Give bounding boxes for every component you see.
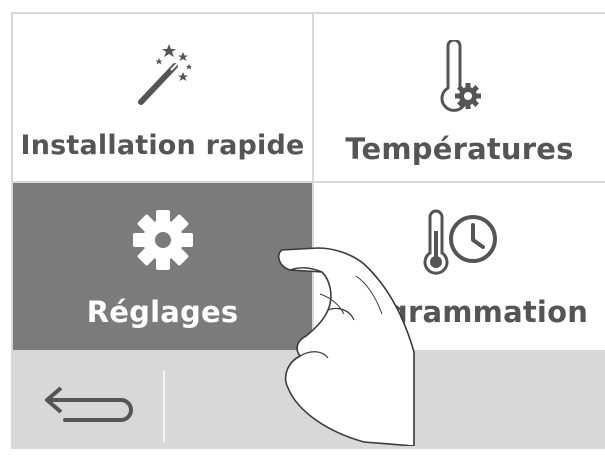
device-panel: Installation rapide Températures Réglage… (11, 12, 605, 449)
tile-temperatures[interactable]: Températures (314, 14, 605, 181)
bottom-bar (13, 350, 605, 449)
gear-icon (132, 210, 193, 270)
screen: Installation rapide Températures Réglage… (0, 0, 605, 459)
thermometer-gear-icon (440, 40, 481, 112)
magic-wand-icon (137, 44, 192, 105)
tile-programming[interactable]: Programmation (314, 183, 605, 350)
tile-label: Réglages (86, 295, 239, 329)
bar-divider (163, 370, 165, 442)
tile-quick-install[interactable]: Installation rapide (13, 14, 312, 181)
tile-settings[interactable]: Réglages (13, 183, 312, 350)
tile-label: Températures (345, 132, 574, 166)
menu-grid: Installation rapide Températures Réglage… (13, 14, 605, 350)
back-arrow-icon[interactable] (31, 380, 141, 430)
tile-label: Installation rapide (20, 130, 305, 161)
thermometer-clock-icon (423, 209, 497, 275)
tile-label: Programmation (330, 295, 589, 329)
